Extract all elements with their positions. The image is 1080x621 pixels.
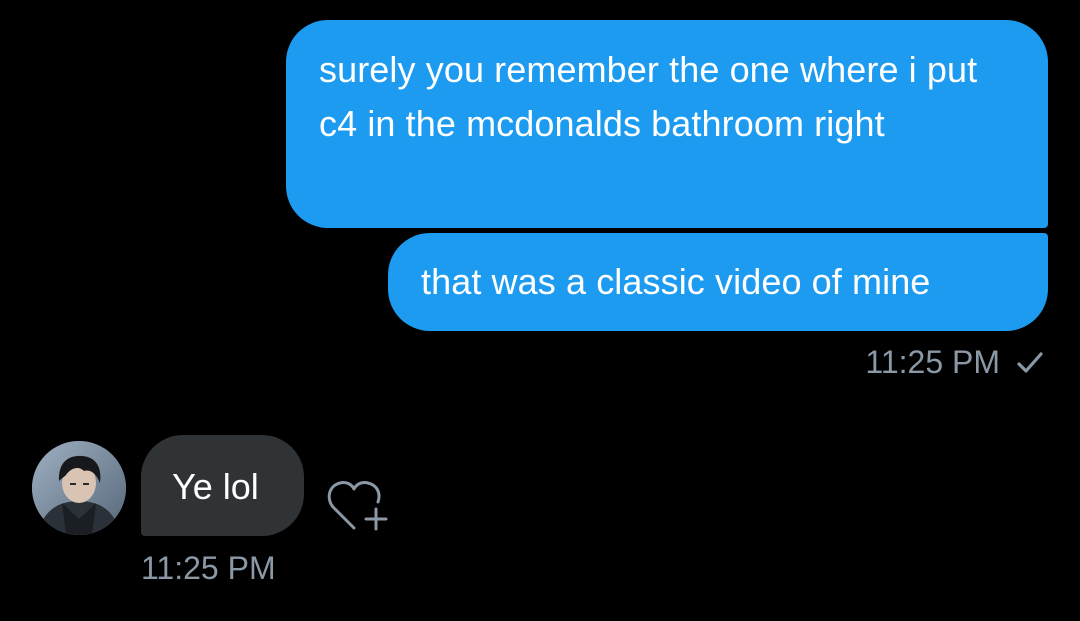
check-icon [1017,352,1043,373]
message-text: Ye lol [172,466,259,507]
message-text: surely you remember the one where i put … [319,49,978,144]
message-text: that was a classic video of mine [421,261,931,302]
avatar[interactable] [32,441,126,535]
outgoing-message-bubble[interactable]: surely you remember the one where i put … [286,20,1048,228]
incoming-message-bubble[interactable]: Ye lol [141,435,304,536]
incoming-timestamp: 11:25 PM [141,550,276,586]
outgoing-timestamp: 11:25 PM [865,344,1000,380]
avatar-image [32,441,126,535]
outgoing-message-bubble[interactable]: that was a classic video of mine [388,233,1048,331]
heart-add-icon[interactable] [326,478,392,534]
